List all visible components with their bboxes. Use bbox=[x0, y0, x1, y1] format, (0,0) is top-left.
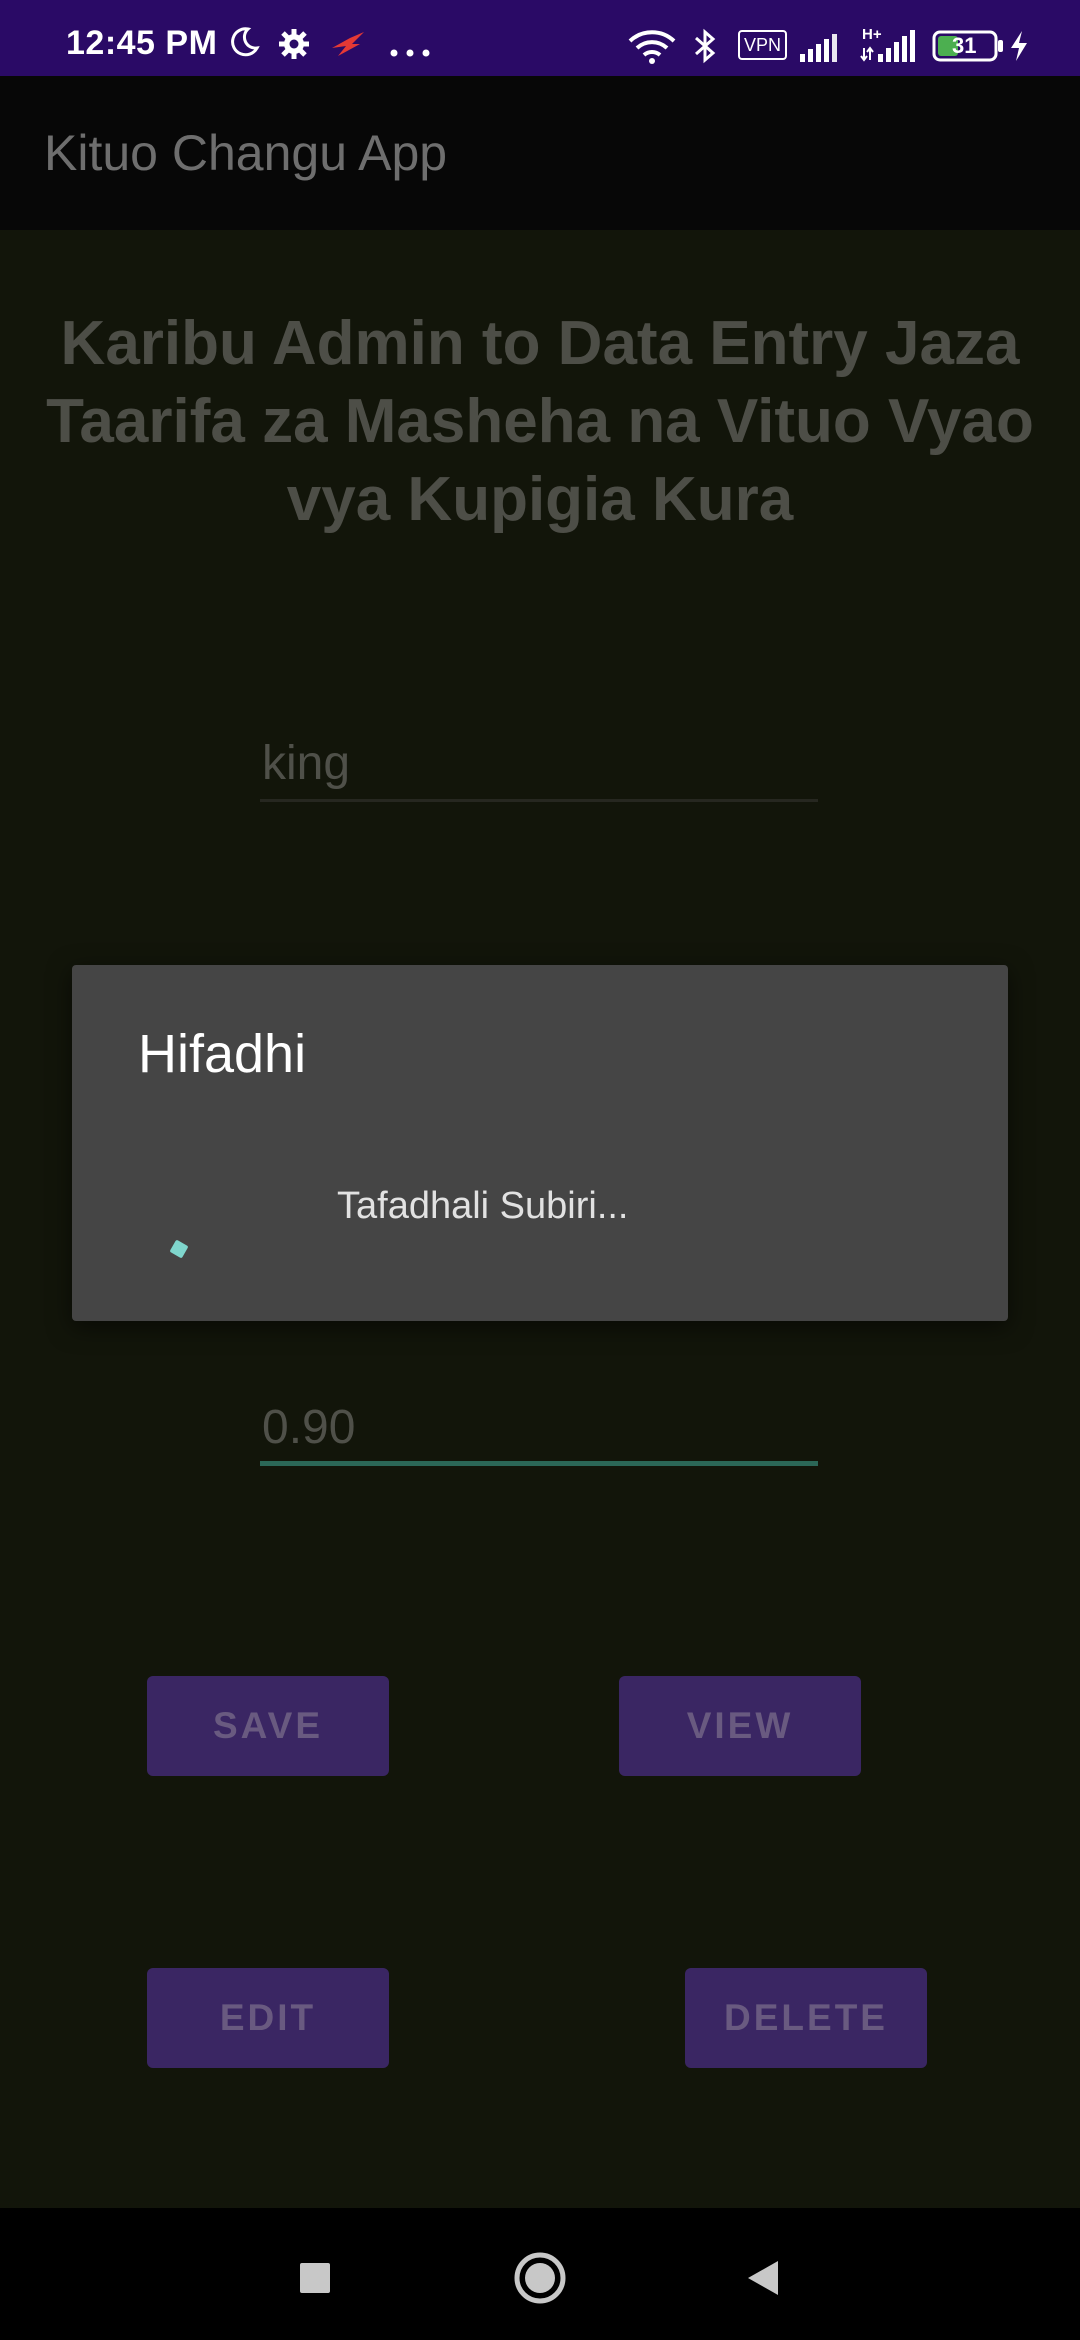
status-time: 12:45 PM bbox=[66, 24, 218, 62]
dialog-title: Hifadhi bbox=[138, 1024, 307, 1084]
welcome-heading: Karibu Admin to Data Entry Jaza Taarifa … bbox=[46, 309, 1034, 534]
username-input[interactable]: king bbox=[260, 736, 818, 802]
wifi-icon bbox=[628, 30, 676, 69]
app-notification-icon bbox=[330, 30, 366, 63]
edit-button[interactable]: EDIT bbox=[147, 1968, 389, 2068]
charging-icon bbox=[1008, 30, 1030, 67]
battery-icon: 31 bbox=[932, 30, 1004, 67]
view-button[interactable]: VIEW bbox=[619, 1676, 861, 1776]
battery-level: 31 bbox=[952, 33, 977, 58]
app-title: Kituo Changu App bbox=[44, 125, 448, 181]
progress-dialog: Hifadhi Tafadhali Subiri... bbox=[72, 965, 1008, 1321]
back-triangle-icon[interactable] bbox=[734, 2248, 794, 2308]
home-circle-icon[interactable] bbox=[510, 2248, 570, 2308]
signal-icon bbox=[798, 32, 838, 67]
navigation-bar bbox=[0, 2208, 1080, 2340]
recents-square-icon[interactable] bbox=[285, 2248, 345, 2308]
status-bar: 12:45 PM VPN H+ 31 bbox=[0, 0, 1080, 76]
delete-button[interactable]: DELETE bbox=[685, 1968, 927, 2068]
dialog-message: Tafadhali Subiri... bbox=[337, 1185, 629, 1227]
screen: 12:45 PM VPN H+ 31 Kituo Changu App Kari… bbox=[0, 0, 1080, 2340]
gear-icon bbox=[278, 28, 310, 65]
bluetooth-icon bbox=[692, 28, 718, 69]
vpn-icon: VPN bbox=[738, 30, 788, 60]
save-button[interactable]: SAVE bbox=[147, 1676, 389, 1776]
loading-spinner-icon bbox=[169, 1239, 189, 1259]
more-dots-icon bbox=[390, 44, 430, 62]
moon-icon bbox=[228, 26, 260, 63]
app-bar: Kituo Changu App bbox=[0, 76, 1080, 230]
amount-input[interactable]: 0.90 bbox=[260, 1400, 818, 1466]
